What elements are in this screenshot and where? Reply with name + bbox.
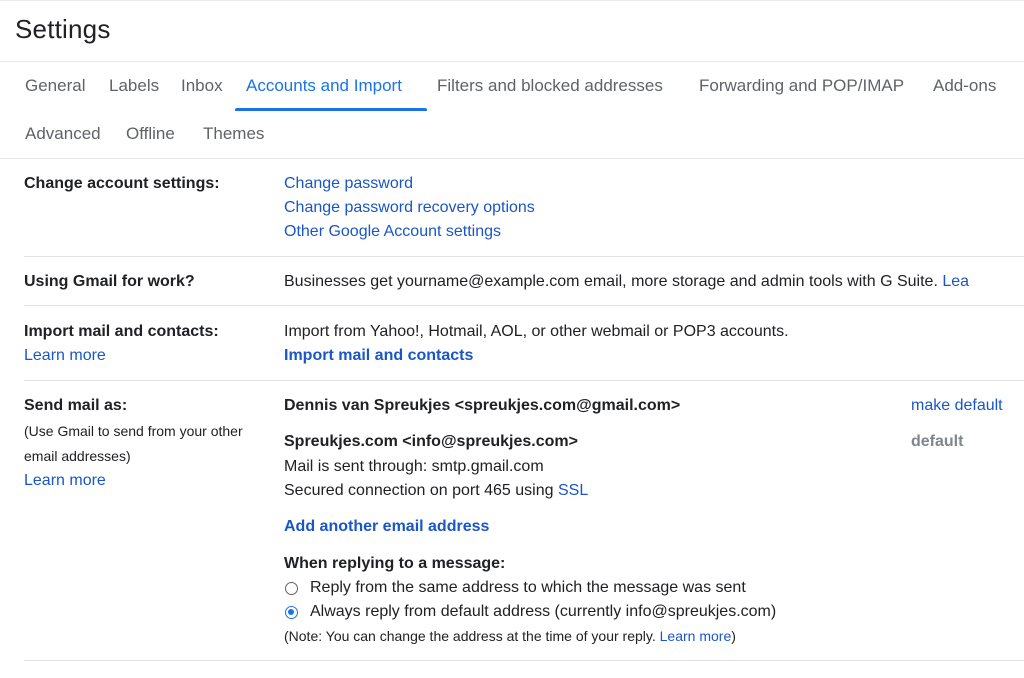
reply-default-address-label[interactable]: Always reply from default address (curre… <box>310 603 776 621</box>
row-divider <box>24 380 1024 381</box>
tabs-divider <box>0 158 1024 159</box>
send-mail-as-hint-line2: email addresses) <box>24 448 131 464</box>
tab-general[interactable]: General <box>25 66 85 106</box>
secured-connection-detail: Secured connection on port 465 using SSL <box>284 482 588 500</box>
reply-same-address-radio[interactable] <box>285 582 298 595</box>
tab-inbox[interactable]: Inbox <box>181 66 223 106</box>
send-as-account-primary: Dennis van Spreukjes <spreukjes.com@gmai… <box>284 397 681 414</box>
reply-same-address-label[interactable]: Reply from the same address to which the… <box>310 579 746 597</box>
smtp-detail: Mail is sent through: smtp.gmail.com <box>284 458 544 475</box>
ssl-link[interactable]: SSL <box>558 482 588 499</box>
add-another-email-address-link[interactable]: Add another email address <box>284 518 489 536</box>
gmail-for-work-description: Businesses get yourname@example.com emai… <box>284 273 938 290</box>
tab-forwarding-and-pop-imap[interactable]: Forwarding and POP/IMAP <box>699 66 904 106</box>
gsuite-learn-more-link[interactable]: Lea <box>942 273 969 290</box>
header-divider <box>0 61 1024 62</box>
import-mail-label: Import mail and contacts: <box>24 323 219 340</box>
row-divider <box>24 660 1024 661</box>
make-default-link[interactable]: make default <box>911 397 1003 415</box>
secured-connection-text: Secured connection on port 465 using <box>284 482 554 499</box>
send-as-account-secondary: Spreukjes.com <info@spreukjes.com> <box>284 433 578 450</box>
send-mail-as-label: Send mail as: <box>24 397 128 414</box>
tab-labels[interactable]: Labels <box>109 66 159 106</box>
gmail-for-work-label: Using Gmail for work? <box>24 273 195 290</box>
tab-filters-and-blocked-addresses[interactable]: Filters and blocked addresses <box>437 66 663 106</box>
tab-advanced[interactable]: Advanced <box>25 114 101 154</box>
reply-note-close: ) <box>731 628 736 644</box>
tab-themes[interactable]: Themes <box>203 114 264 154</box>
tab-accounts-and-import[interactable]: Accounts and Import <box>246 66 402 106</box>
change-password-link[interactable]: Change password <box>284 175 413 193</box>
import-description: Import from Yahoo!, Hotmail, AOL, or oth… <box>284 323 789 340</box>
change-password-recovery-link[interactable]: Change password recovery options <box>284 199 535 217</box>
import-learn-more-link[interactable]: Learn more <box>24 347 106 365</box>
default-status-label: default <box>911 433 964 450</box>
reply-note-learn-more-link[interactable]: Learn more <box>660 628 732 644</box>
other-google-account-settings-link[interactable]: Other Google Account settings <box>284 223 501 241</box>
tab-add-ons[interactable]: Add-ons <box>933 66 996 106</box>
send-mail-as-learn-more-link[interactable]: Learn more <box>24 472 106 490</box>
top-border <box>0 0 1024 1</box>
page-title: Settings <box>15 14 111 44</box>
reply-default-address-radio[interactable] <box>285 606 298 619</box>
row-divider <box>24 305 1024 306</box>
row-divider <box>24 256 1024 257</box>
import-mail-and-contacts-link[interactable]: Import mail and contacts <box>284 347 473 365</box>
change-account-settings-label: Change account settings: <box>24 175 220 192</box>
send-mail-as-hint-line1: (Use Gmail to send from your other <box>24 423 243 439</box>
active-tab-indicator <box>235 108 427 111</box>
reply-note: (Note: You can change the address at the… <box>284 628 736 644</box>
reply-heading: When replying to a message: <box>284 555 506 572</box>
gmail-for-work-text: Businesses get yourname@example.com emai… <box>284 273 969 291</box>
reply-note-text: (Note: You can change the address at the… <box>284 628 656 644</box>
tab-offline[interactable]: Offline <box>126 114 175 154</box>
